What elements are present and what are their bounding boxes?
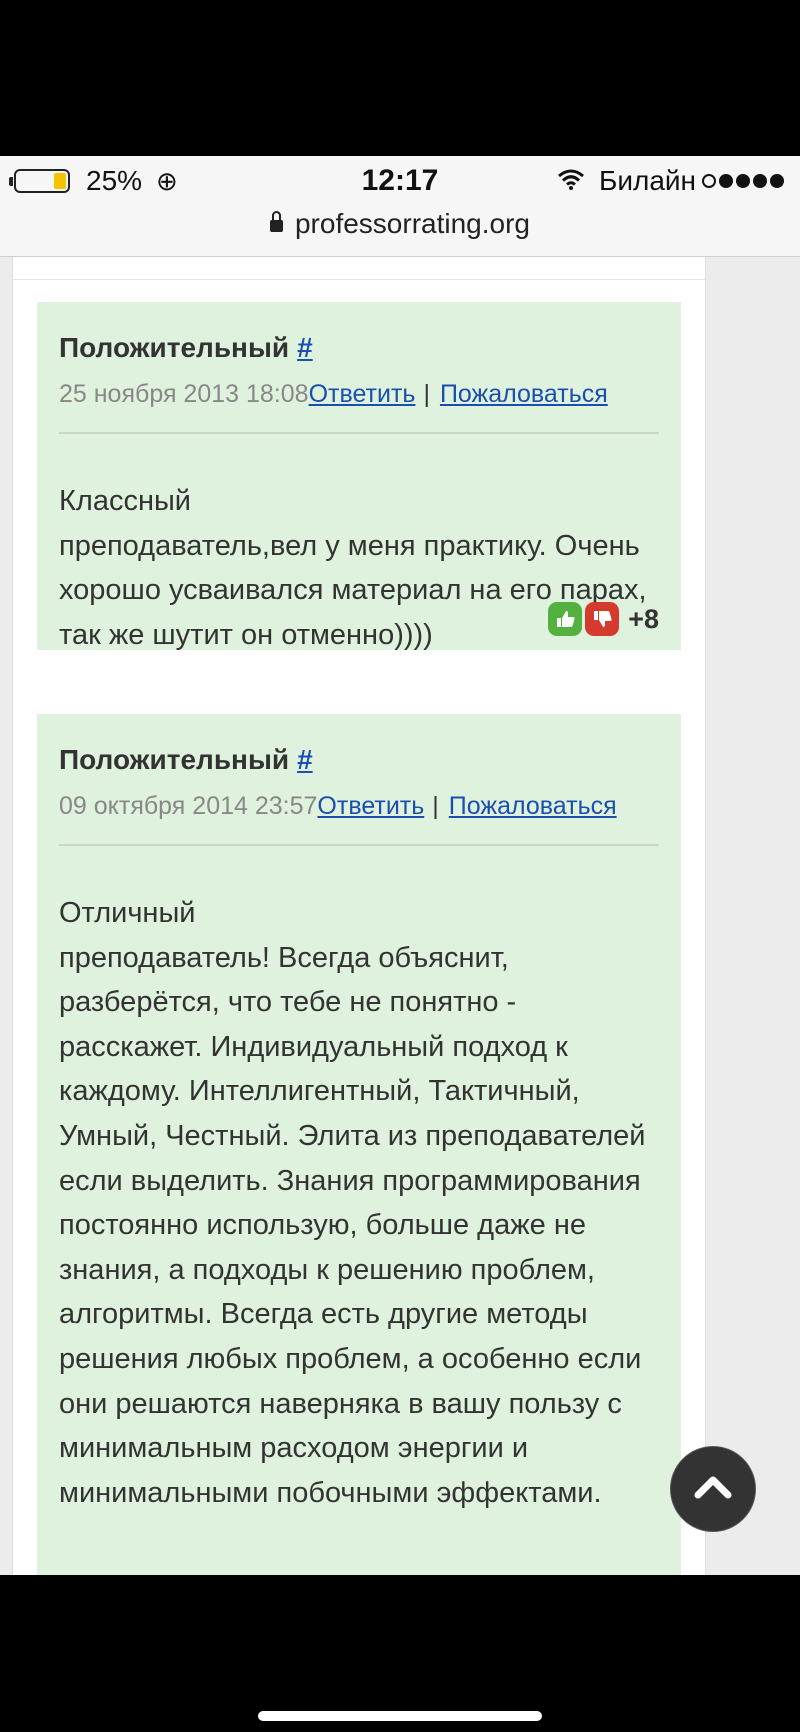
address-bar[interactable]: professorrating.org: [0, 206, 800, 257]
chevron-up-icon: [693, 1474, 733, 1505]
review-date: 09 октября 2014 23:57: [59, 792, 318, 820]
wifi-icon: [557, 165, 585, 197]
review-card: Положительный # 09 октября 2014 23:57Отве…: [37, 714, 681, 1575]
meta-separator: |: [432, 792, 439, 820]
review-date: 25 ноября 2013 18:08: [59, 380, 309, 408]
status-bar: 25% ⊕ 12:17 Билайн: [0, 156, 800, 206]
top-black-area: [0, 0, 800, 156]
url-display[interactable]: professorrating.org: [0, 208, 800, 240]
vote-controls: +8: [548, 602, 659, 636]
url-text: professorrating.org: [294, 208, 530, 239]
review-card: Положительный # 25 ноября 2013 18:08Ответ…: [37, 302, 681, 651]
report-link[interactable]: Пожаловаться: [440, 380, 608, 408]
review-divider: [59, 432, 659, 434]
status-right: Билайн: [557, 165, 784, 197]
review-permalink[interactable]: #: [297, 332, 313, 363]
web-page: Положительный # 25 ноября 2013 18:08Ответ…: [0, 257, 800, 1575]
report-link[interactable]: Пожаловаться: [449, 792, 617, 820]
review-meta: 09 октября 2014 23:57Ответить | Пожаловать…: [59, 792, 679, 821]
reply-link[interactable]: Ответить: [317, 792, 424, 820]
meta-separator: |: [423, 380, 430, 408]
review-permalink[interactable]: #: [297, 744, 313, 775]
divider: [13, 279, 705, 280]
review-divider: [59, 844, 659, 846]
thumbs-down-icon[interactable]: [585, 602, 620, 636]
signal-strength-icon: [702, 174, 784, 188]
review-text: Отличный преподаватель! Всегда объяснит,…: [59, 897, 646, 1509]
bottom-black-area: [0, 1575, 800, 1732]
vote-score: +8: [628, 603, 659, 634]
reply-link[interactable]: Ответить: [309, 380, 416, 408]
content-column: Положительный # 25 ноября 2013 18:08Ответ…: [12, 257, 706, 1575]
review-type: Положительный #: [59, 744, 313, 775]
review-meta: 25 ноября 2013 18:08Ответить | Пожаловатьс…: [59, 380, 679, 409]
carrier-name: Билайн: [598, 165, 696, 196]
review-type: Положительный #: [59, 332, 313, 363]
scroll-to-top-button[interactable]: [670, 1446, 756, 1532]
home-indicator[interactable]: [258, 1711, 542, 1721]
thumbs-up-icon[interactable]: [548, 602, 583, 636]
lock-icon: [269, 210, 283, 232]
